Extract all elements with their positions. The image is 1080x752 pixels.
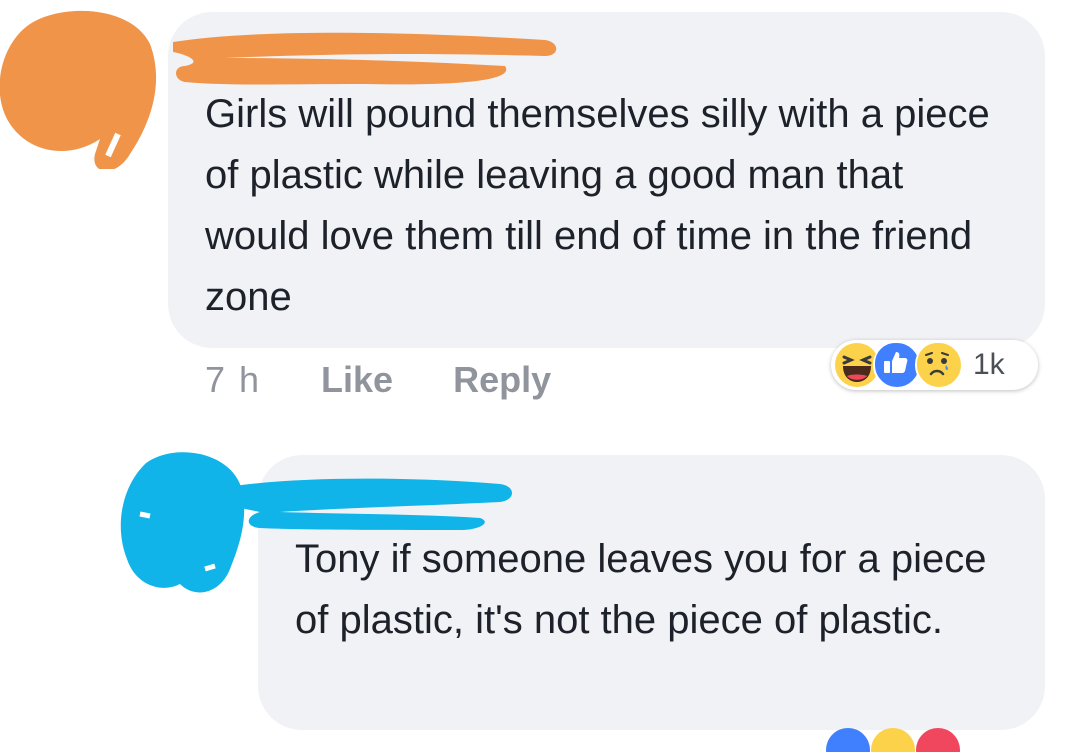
like-icon: [873, 341, 921, 389]
reply-button[interactable]: Reply: [453, 359, 551, 401]
reaction-count: 1k: [973, 348, 1005, 381]
comment-text: Girls will pound themselves silly with a…: [205, 92, 990, 319]
like-button[interactable]: Like: [321, 359, 393, 401]
author-name-redacted: [173, 32, 557, 85]
comment-actions: 7 h Like Reply: [205, 355, 551, 405]
reactions-summary[interactable]: [808, 712, 1008, 752]
reactions-summary[interactable]: 1k: [831, 340, 1038, 390]
avatar-redacted: [0, 10, 157, 169]
sad-icon: [915, 341, 963, 389]
author-name-redacted: [210, 478, 512, 530]
comment-text: Tony if someone leaves you for a piece o…: [295, 537, 987, 642]
comment-timestamp: 7 h: [205, 359, 262, 400]
